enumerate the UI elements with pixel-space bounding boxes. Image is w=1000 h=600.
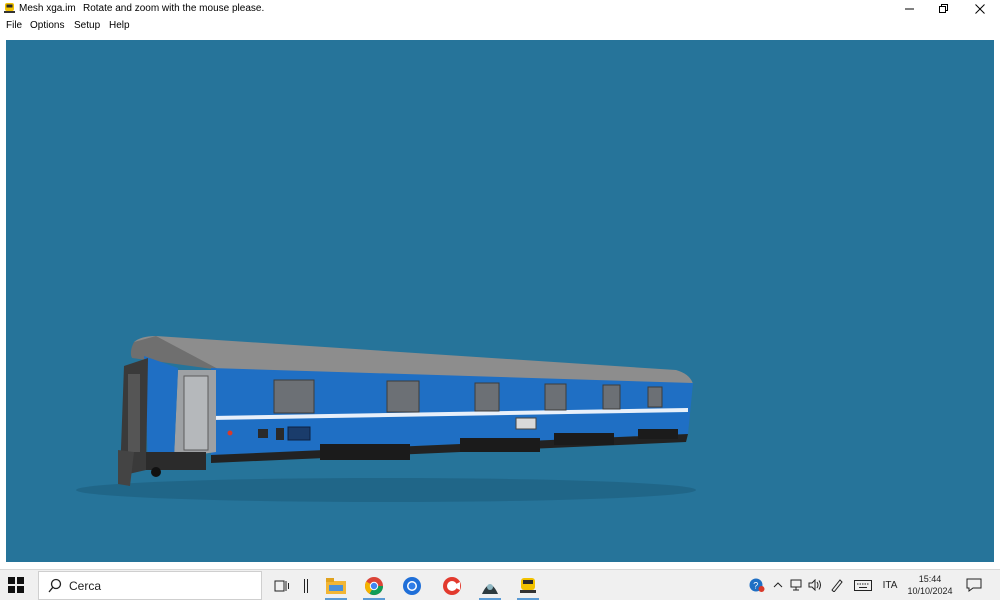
notification-icon[interactable]	[966, 577, 982, 593]
menu-setup[interactable]: Setup	[74, 20, 100, 31]
minimize-button[interactable]	[892, 0, 928, 17]
volume-icon[interactable]	[806, 574, 824, 596]
title-bar: Mesh xga.im Rotate and zoom with the mou…	[0, 0, 1000, 17]
chrome-icon[interactable]	[362, 574, 386, 600]
mesh-viewer-icon[interactable]	[516, 574, 540, 600]
railcar-model	[76, 336, 696, 502]
window-title: Mesh xga.im	[19, 3, 76, 14]
keyboard-icon[interactable]	[852, 574, 874, 596]
divider-icon	[294, 574, 318, 598]
clock-date: 10/10/2024	[907, 586, 953, 596]
svg-text:?: ?	[753, 581, 758, 591]
task-view-icon[interactable]	[270, 574, 294, 598]
ccleaner-icon[interactable]	[440, 574, 464, 598]
minimize-icon	[905, 8, 914, 9]
menu-help[interactable]: Help	[109, 20, 130, 31]
menu-options[interactable]: Options	[30, 20, 64, 31]
restore-button[interactable]	[926, 0, 962, 17]
app-dark-icon[interactable]	[478, 574, 502, 600]
locomotive-icon	[4, 3, 15, 13]
file-explorer-icon[interactable]	[324, 574, 348, 600]
menu-file[interactable]: File	[6, 20, 22, 31]
3d-viewport[interactable]	[6, 40, 994, 562]
pen-icon[interactable]	[828, 574, 846, 596]
close-button[interactable]	[962, 0, 998, 17]
search-box[interactable]: Cerca	[38, 571, 262, 600]
clock-time: 15:44	[918, 574, 942, 584]
help-tray-icon[interactable]: ?	[748, 574, 766, 596]
menu-bar: File Options Setup Help	[0, 17, 1000, 34]
restore-icon	[939, 3, 948, 13]
windows-start-icon[interactable]	[8, 577, 24, 593]
search-placeholder: Cerca	[69, 579, 102, 593]
taskbar: Cerca ? ITA 15:44 10/10/2024	[0, 569, 1000, 600]
window-hint: Rotate and zoom with the mouse please.	[83, 3, 265, 14]
search-icon	[48, 578, 62, 593]
system-clock[interactable]: 15:44 10/10/2024	[904, 573, 956, 597]
close-icon	[975, 3, 985, 14]
network-icon[interactable]	[788, 574, 806, 596]
firefox-icon[interactable]	[400, 574, 424, 598]
language-indicator[interactable]: ITA	[880, 574, 900, 596]
chevron-up-icon[interactable]	[770, 574, 786, 596]
